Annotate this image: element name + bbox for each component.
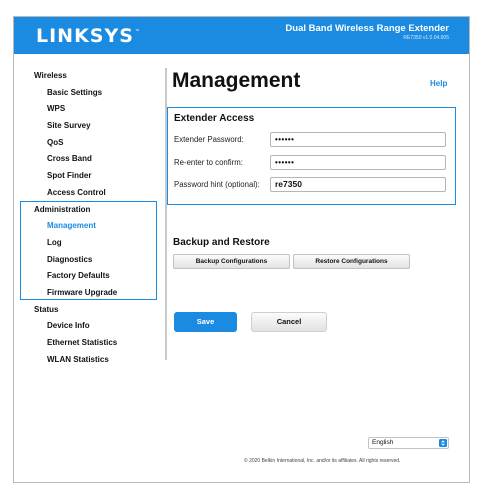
backup-configurations-button[interactable]: Backup Configurations: [173, 254, 290, 269]
extender-password-field[interactable]: ••••••: [270, 132, 446, 147]
sidebar-section-administration[interactable]: Administration: [14, 202, 162, 219]
confirm-password-label: Re-enter to confirm:: [174, 158, 243, 167]
logo-trademark: ™: [134, 29, 141, 35]
password-hint-field[interactable]: re7350: [270, 177, 446, 192]
save-button[interactable]: Save: [174, 312, 237, 332]
sidebar-item-basic-settings[interactable]: Basic Settings: [14, 85, 162, 102]
language-select[interactable]: English: [368, 437, 449, 449]
help-link[interactable]: Help: [430, 79, 447, 88]
sidebar-item-wps[interactable]: WPS: [14, 101, 162, 118]
sidebar-item-wlan-statistics[interactable]: WLAN Statistics: [14, 352, 162, 369]
logo-text: LINKSYS: [36, 25, 134, 47]
sidebar-section-status[interactable]: Status: [14, 302, 162, 319]
sidebar-item-diagnostics[interactable]: Diagnostics: [14, 252, 162, 269]
linksys-logo: LINKSYS™: [36, 25, 141, 47]
sidebar-item-cross-band[interactable]: Cross Band: [14, 151, 162, 168]
extender-password-label: Extender Password:: [174, 135, 244, 144]
sidebar-section-wireless[interactable]: Wireless: [14, 68, 162, 85]
sidebar-item-spot-finder[interactable]: Spot Finder: [14, 168, 162, 185]
copyright-text: © 2020 Belkin International, Inc. and/or…: [244, 458, 401, 464]
page-frame: LINKSYS™ Dual Band Wireless Range Extend…: [13, 16, 470, 483]
product-name: Dual Band Wireless Range Extender: [285, 23, 449, 34]
sidebar-item-firmware-upgrade[interactable]: Firmware Upgrade: [14, 285, 162, 302]
extender-access-panel: Extender Access Extender Password: •••••…: [167, 107, 456, 205]
sidebar-item-ethernet-statistics[interactable]: Ethernet Statistics: [14, 335, 162, 352]
header-bar: LINKSYS™ Dual Band Wireless Range Extend…: [14, 17, 469, 54]
cancel-button[interactable]: Cancel: [251, 312, 327, 332]
sidebar: Wireless Basic Settings WPS Site Survey …: [14, 68, 162, 368]
sidebar-item-log[interactable]: Log: [14, 235, 162, 252]
firmware-version: RE7350 v1.0.04.005: [403, 35, 449, 41]
page-title: Management: [172, 69, 301, 92]
confirm-password-field[interactable]: ••••••: [270, 155, 446, 170]
language-select-value: English: [372, 439, 394, 446]
sidebar-item-device-info[interactable]: Device Info: [14, 318, 162, 335]
sidebar-item-access-control[interactable]: Access Control: [14, 185, 162, 202]
sidebar-item-site-survey[interactable]: Site Survey: [14, 118, 162, 135]
extender-access-title: Extender Access: [174, 113, 255, 124]
backup-restore-title: Backup and Restore: [173, 237, 270, 248]
sidebar-item-qos[interactable]: QoS: [14, 135, 162, 152]
sidebar-item-factory-defaults[interactable]: Factory Defaults: [14, 268, 162, 285]
select-arrows-icon: [439, 439, 447, 447]
password-hint-label: Password hint (optional):: [174, 180, 260, 189]
restore-configurations-button[interactable]: Restore Configurations: [293, 254, 410, 269]
sidebar-item-management[interactable]: Management: [14, 218, 162, 235]
